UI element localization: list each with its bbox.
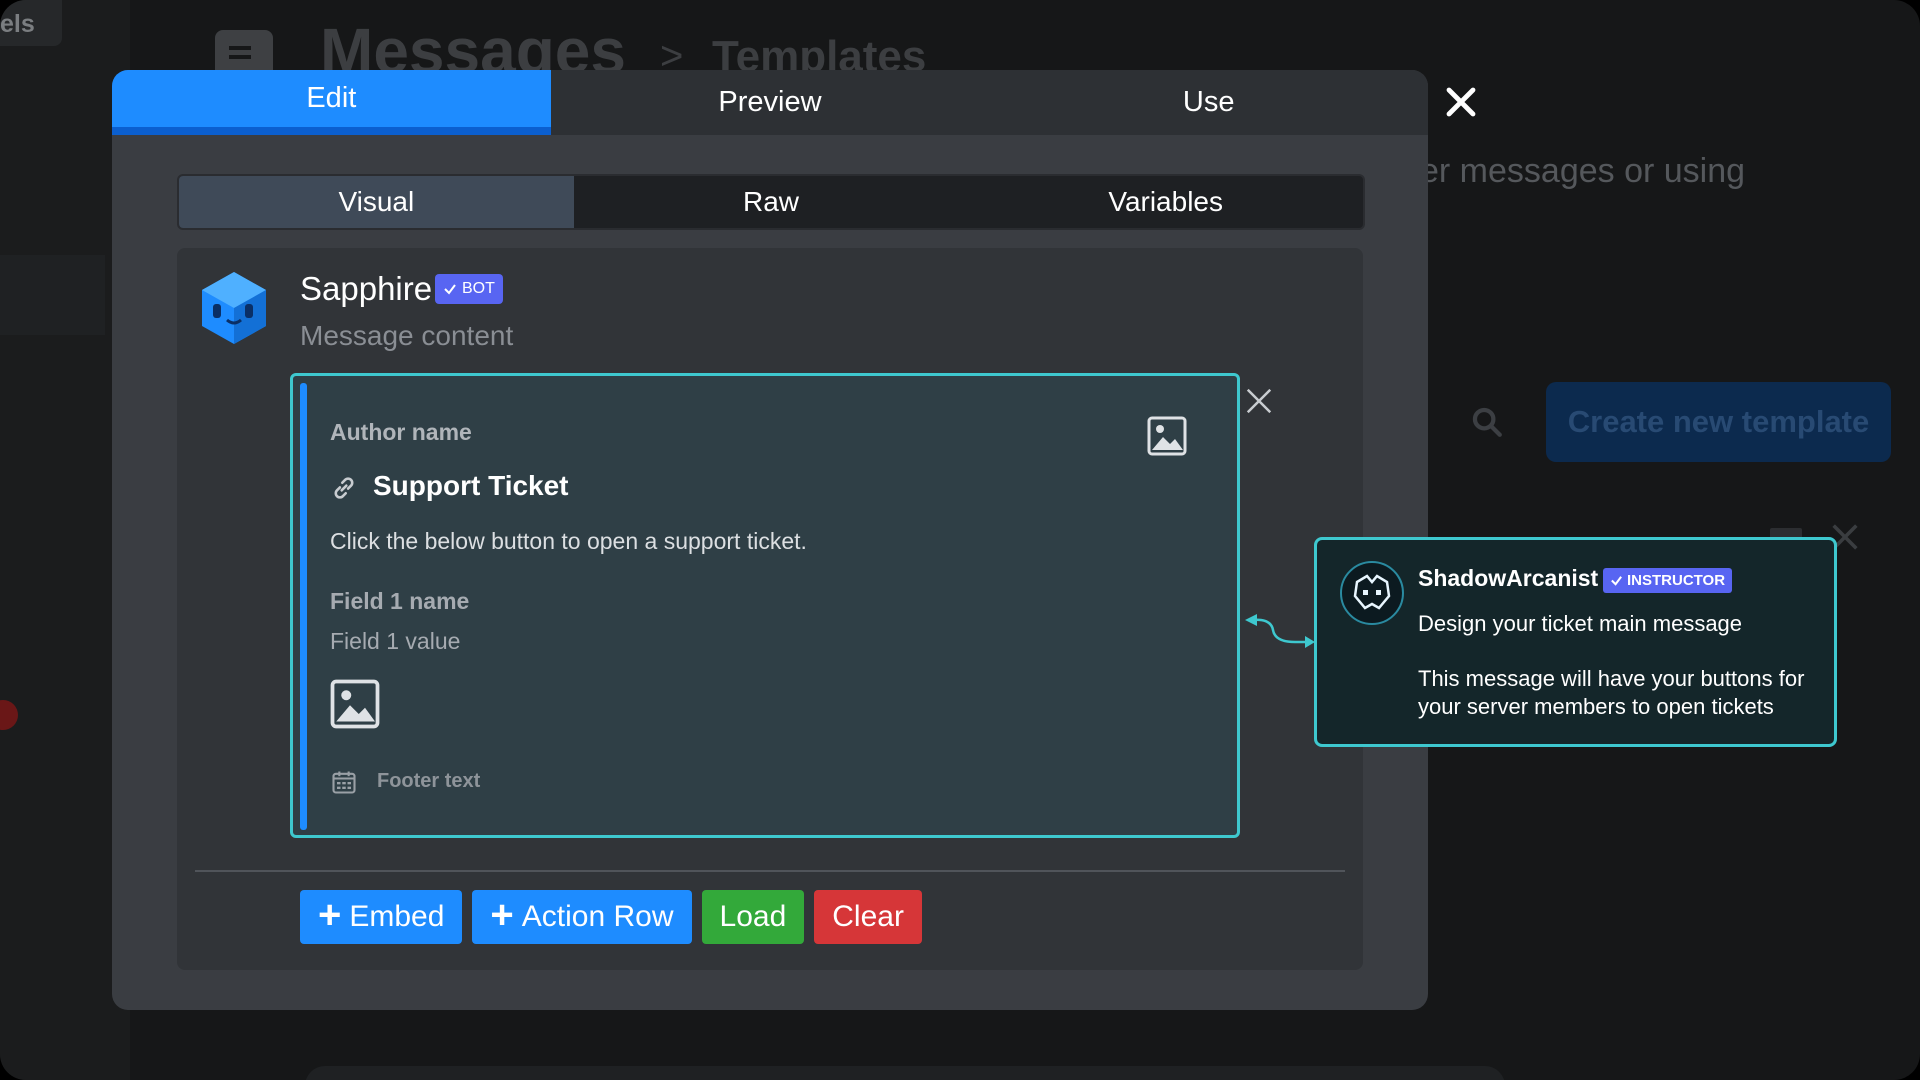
divider: [195, 870, 1345, 872]
editor-mode-tabs: Visual Raw Variables: [177, 174, 1365, 230]
embed-field-name[interactable]: Field 1 name: [330, 588, 469, 615]
load-button[interactable]: Load: [701, 890, 805, 944]
footer-icon[interactable]: [330, 768, 358, 796]
tab-raw[interactable]: Raw: [574, 176, 969, 228]
tooltip-body: This message will have your buttons for …: [1418, 666, 1805, 720]
plus-icon: +: [490, 893, 514, 937]
tab-preview[interactable]: Preview: [551, 70, 990, 135]
close-modal-icon[interactable]: [1443, 84, 1479, 120]
notification-dot: [0, 700, 18, 730]
embed-author-name[interactable]: Author name: [330, 419, 472, 446]
message-editor: Sapphire BOT Message content Author name…: [177, 248, 1363, 970]
instructor-avatar: [1340, 561, 1404, 625]
tab-edit[interactable]: Edit: [112, 70, 551, 135]
sidebar-chip: els: [0, 0, 62, 46]
template-editor-modal: Edit Preview Use Visual Raw Variables Sa…: [112, 70, 1428, 1010]
bot-avatar: [202, 272, 266, 344]
link-icon[interactable]: [330, 474, 358, 502]
modal-tabs: Edit Preview Use: [112, 70, 1428, 135]
embed-description[interactable]: Click the below button to open a support…: [330, 528, 807, 555]
bottom-bar: [305, 1066, 1505, 1080]
clear-button[interactable]: Clear: [814, 890, 922, 944]
sidebar-row: [0, 255, 105, 335]
sidebar: els: [0, 0, 130, 1080]
page-description: er messages or using: [1420, 152, 1746, 190]
instructor-name: ShadowArcanist: [1418, 565, 1599, 591]
bot-badge: BOT: [435, 274, 503, 304]
bot-badge-label: BOT: [462, 280, 495, 297]
check-icon: [444, 284, 456, 295]
embed-footer-text[interactable]: Footer text: [377, 770, 480, 793]
tooltip-heading: Design your ticket main message: [1418, 611, 1743, 636]
tab-visual[interactable]: Visual: [179, 176, 574, 228]
bot-name: Sapphire: [300, 270, 433, 307]
instructor-badge-label: INSTRUCTOR: [1627, 572, 1726, 589]
embed-color-bar[interactable]: [300, 383, 307, 830]
instructor-badge: INSTRUCTOR: [1603, 568, 1733, 593]
add-action-row-button[interactable]: + Action Row: [472, 890, 692, 944]
embed-title[interactable]: Support Ticket: [373, 470, 569, 502]
search-icon: [1472, 407, 1502, 437]
action-buttons: + Embed + Action Row Load Clear: [300, 890, 922, 944]
instructor-tooltip: ShadowArcanist INSTRUCTOR Design your ti…: [1314, 537, 1837, 747]
add-embed-button[interactable]: + Embed: [300, 890, 463, 944]
check-icon: [1611, 576, 1622, 586]
embed-editor: Author name Support Ticket Click the bel…: [290, 373, 1240, 838]
tab-variables[interactable]: Variables: [968, 176, 1363, 228]
add-action-row-label: Action Row: [521, 900, 674, 933]
tab-use[interactable]: Use: [989, 70, 1428, 135]
create-template-button: Create new template: [1546, 382, 1891, 462]
plus-icon: +: [318, 893, 342, 937]
message-content-input[interactable]: Message content: [300, 320, 513, 352]
tooltip-arrow: [1245, 614, 1315, 648]
sidebar-chip-label: els: [0, 10, 35, 38]
embed-image-icon[interactable]: [330, 679, 380, 729]
embed-field-value[interactable]: Field 1 value: [330, 628, 460, 655]
add-embed-label: Embed: [349, 900, 445, 933]
thumbnail-image-icon[interactable]: [1147, 416, 1187, 456]
remove-embed-icon[interactable]: [1244, 386, 1274, 416]
